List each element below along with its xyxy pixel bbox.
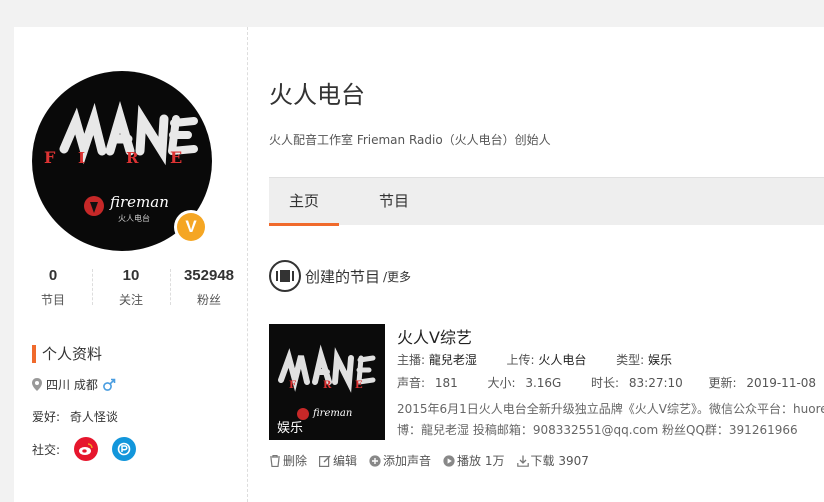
download-icon [516, 455, 529, 467]
profile-panel: F I R E fireman 火人电台 V 0 节目 10 关注 352948 [14, 27, 824, 502]
stat-label: 关注 [118, 293, 143, 307]
updated-label: 更新: [708, 376, 737, 390]
play-circle-icon [443, 454, 455, 467]
count-value: 181 [434, 376, 458, 390]
size-value: 3.16G [525, 376, 562, 390]
program-description-line: 博：龍兒老湿 投稿邮箱：908332551@qq.com 粉丝QQ群：39126… [397, 423, 798, 437]
stat-value: 10 [122, 267, 140, 284]
download-count: 下载 3907 [516, 452, 589, 469]
type-label: 类型: [616, 353, 645, 367]
delete-button[interactable]: 删除 [269, 452, 307, 469]
program-description: 2015年6月1日火人电台全新升级独立品牌《火人V综艺》。微信公众平台：huor… [397, 399, 824, 441]
edit-button[interactable]: 编辑 [319, 452, 357, 469]
male-gender-icon [102, 378, 116, 391]
hobby-row: 爱好: 奇人怪谈 [32, 408, 118, 425]
profile-info-heading: 个人资料 [32, 345, 102, 363]
weibo-icon[interactable] [74, 437, 99, 461]
svg-text:E: E [355, 380, 363, 391]
location-pin-icon [32, 378, 42, 391]
social-row: 社交: [32, 437, 137, 461]
svg-text:R: R [323, 380, 332, 391]
svg-text:fireman: fireman [312, 408, 352, 419]
duration-label: 时长: [591, 376, 620, 390]
profile-description: 火人配音工作室 Frieman Radio（火人电台）创始人 [269, 133, 551, 147]
stat-label: 粉丝 [196, 293, 221, 307]
stat-value: 352948 [183, 267, 235, 284]
cover-category-tag: 娱乐 [277, 421, 304, 436]
stat-fans[interactable]: 352948 粉丝 [170, 265, 248, 309]
created-programs-header: 创建的节目 /更多 [269, 260, 411, 292]
updated-value: 2019-11-08 [746, 376, 817, 390]
program-cover[interactable]: F R E fireman 娱乐 [269, 324, 385, 440]
trash-icon [270, 454, 280, 467]
uploader-link[interactable]: 火人电台 [538, 353, 586, 367]
size-label: 大小: [487, 376, 516, 390]
verified-badge: V [174, 210, 208, 244]
profile-stats: 0 节目 10 关注 352948 粉丝 [14, 265, 248, 309]
more-link[interactable]: /更多 [383, 268, 411, 285]
social-label: 社交: [32, 442, 61, 457]
add-sound-label: 添加声音 [383, 454, 432, 468]
tab-home[interactable]: 主页 [269, 178, 339, 226]
avatar-brand-sub: 火人电台 [118, 214, 150, 223]
location-row: 四川 成都 [32, 376, 116, 393]
play-count: 播放 1万 [443, 452, 505, 469]
stat-label: 节目 [40, 293, 65, 307]
uploader-label: 上传: [506, 353, 535, 367]
program-title[interactable]: 火人V综艺 [397, 324, 472, 348]
delete-label: 删除 [283, 454, 308, 468]
main-content: 火人电台 火人配音工作室 Frieman Radio（火人电台）创始人 主页 节… [269, 27, 824, 502]
stat-following[interactable]: 10 关注 [92, 265, 170, 309]
plus-circle-icon [369, 454, 381, 467]
host-link[interactable]: 龍兒老湿 [429, 353, 477, 367]
svg-text:R: R [126, 149, 139, 167]
tab-programs[interactable]: 节目 [359, 178, 429, 226]
play-count-label: 播放 1万 [457, 454, 505, 468]
stat-programs[interactable]: 0 节目 [14, 265, 92, 309]
page-title: 火人电台 [269, 81, 365, 109]
edit-icon [319, 455, 331, 467]
program-description-line: 2015年6月1日火人电台全新升级独立品牌《火人V综艺》。微信公众平台：huor… [397, 402, 824, 416]
svg-text:F: F [289, 380, 296, 391]
add-sound-button[interactable]: 添加声音 [369, 452, 431, 469]
qq-icon[interactable] [112, 437, 137, 461]
program-actions: 删除 编辑 添加声音 播放 1万 下载 3907 [269, 452, 589, 469]
avatar-brand: fireman [110, 193, 169, 211]
location-text: 四川 成都 [46, 378, 98, 392]
profile-sidebar: F I R E fireman 火人电台 V 0 节目 10 关注 352948 [14, 27, 248, 502]
tab-bar: 主页 节目 [269, 177, 824, 226]
verified-v-icon: V [177, 213, 205, 241]
download-count-label: 下载 3907 [530, 454, 589, 468]
hobby-value: 奇人怪谈 [69, 410, 118, 424]
program-list-icon [269, 260, 301, 292]
hobby-label: 爱好: [32, 410, 61, 424]
svg-text:E: E [170, 148, 182, 167]
stat-value: 0 [48, 267, 58, 284]
edit-label: 编辑 [333, 454, 358, 468]
program-meta-row-2: 声音: 181 大小: 3.16G 时长: 83:27:10 更新: 2019-… [397, 374, 816, 391]
created-programs-title: 创建的节目 [305, 267, 381, 286]
svg-text:I: I [78, 149, 85, 167]
count-label: 声音: [397, 376, 426, 390]
svg-text:F: F [44, 148, 56, 167]
program-meta-row-1: 主播: 龍兒老湿 上传: 火人电台 类型: 娱乐 [397, 351, 672, 368]
duration-value: 83:27:10 [628, 376, 683, 390]
host-label: 主播: [397, 353, 426, 367]
type-link[interactable]: 娱乐 [648, 353, 672, 367]
